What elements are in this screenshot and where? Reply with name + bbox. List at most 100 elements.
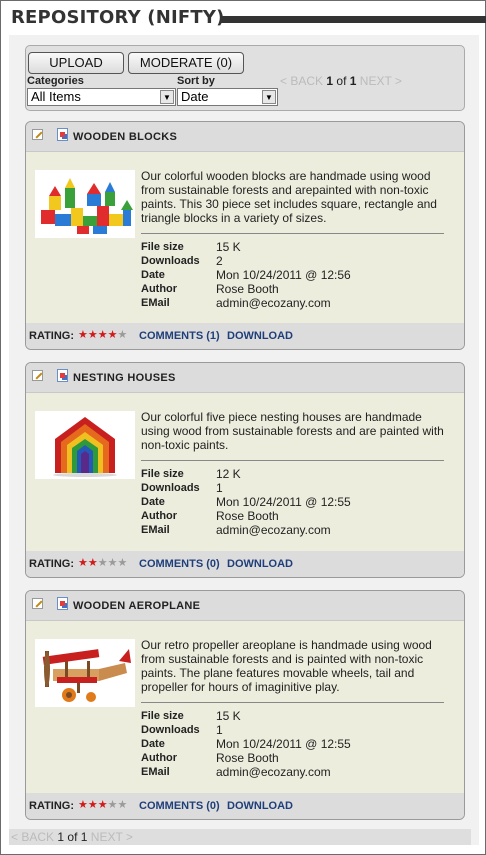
edit-icon[interactable] — [32, 598, 43, 609]
date-label: Date — [141, 496, 165, 508]
star-icon[interactable]: ★ — [98, 799, 108, 811]
date-value: Mon 10/24/2011 @ 12:55 — [216, 737, 351, 751]
date-label: Date — [141, 738, 165, 750]
star-icon[interactable]: ★ — [108, 799, 118, 811]
pager-total-pages: 1 — [80, 830, 88, 844]
edit-icon[interactable] — [32, 129, 43, 140]
star-icon[interactable]: ★ — [88, 799, 98, 811]
pager-current-page: 1 — [326, 74, 334, 88]
email-label: EMail — [141, 524, 170, 536]
item-thumbnail-wooden-blocks[interactable] — [35, 170, 135, 238]
pagination-bottom: < BACK 1 of 1 NEXT > — [9, 829, 471, 845]
item-thumbnail-nesting-houses[interactable] — [35, 411, 135, 479]
author-value: Rose Booth — [216, 751, 279, 765]
file-size-label: File size — [141, 468, 184, 480]
item-thumbnail-wooden-aeroplane[interactable] — [35, 639, 135, 707]
star-icon[interactable]: ★ — [118, 329, 128, 341]
pagination-top: < BACK 1 of 1 NEXT > — [280, 74, 402, 88]
downloads-label: Downloads — [141, 255, 200, 267]
star-icon[interactable]: ★ — [78, 329, 88, 341]
document-icon — [57, 369, 68, 382]
pager-back-link[interactable]: < BACK — [280, 74, 323, 88]
file-size-value: 12 K — [216, 467, 241, 481]
rating-stars[interactable]: ★★★★★ — [78, 798, 127, 811]
star-icon[interactable]: ★ — [78, 557, 88, 569]
dropdown-arrow-icon[interactable]: ▼ — [160, 90, 174, 104]
repository-item: NESTING HOUSES Our colorful five piece n… — [25, 362, 465, 578]
email-label: EMail — [141, 297, 170, 309]
comments-link[interactable]: COMMENTS (1) — [139, 330, 220, 342]
item-header: NESTING HOUSES — [26, 363, 464, 393]
email-label: EMail — [141, 766, 170, 778]
item-description: Our colorful wooden blocks are handmade … — [141, 169, 437, 225]
item-footer: RATING: ★★★★★ COMMENTS (0) DOWNLOAD — [26, 551, 464, 577]
rating-label: RATING: — [29, 330, 75, 342]
star-icon[interactable]: ★ — [98, 329, 108, 341]
edit-icon[interactable] — [32, 370, 43, 381]
rating-stars[interactable]: ★★★★★ — [78, 556, 127, 569]
downloads-label: Downloads — [141, 724, 200, 736]
downloads-label: Downloads — [141, 482, 200, 494]
page-title: REPOSITORY (NIFTY) — [11, 7, 225, 28]
star-icon[interactable]: ★ — [118, 799, 128, 811]
downloads-value: 1 — [216, 481, 223, 495]
categories-select[interactable]: All Items ▼ — [27, 88, 176, 106]
star-icon[interactable]: ★ — [78, 799, 88, 811]
upload-button[interactable]: UPLOAD — [28, 52, 124, 74]
item-description: Our colorful five piece nesting houses a… — [141, 410, 444, 452]
file-size-value: 15 K — [216, 709, 241, 723]
date-value: Mon 10/24/2011 @ 12:55 — [216, 495, 351, 509]
email-value[interactable]: admin@ecozany.com — [216, 765, 416, 779]
download-link[interactable]: DOWNLOAD — [227, 800, 293, 812]
item-title[interactable]: WOODEN BLOCKS — [73, 131, 177, 143]
item-header: WOODEN BLOCKS — [26, 122, 464, 152]
sort-by-select-value: Date — [181, 89, 209, 104]
comments-link[interactable]: COMMENTS (0) — [139, 800, 220, 812]
star-icon[interactable]: ★ — [118, 557, 128, 569]
document-icon — [57, 128, 68, 141]
email-value[interactable]: admin@ecozany.com — [216, 296, 416, 310]
pager-total-pages: 1 — [349, 74, 357, 88]
comments-link[interactable]: COMMENTS (0) — [139, 558, 220, 570]
title-rule — [221, 16, 486, 23]
download-link[interactable]: DOWNLOAD — [227, 558, 293, 570]
dropdown-arrow-icon[interactable]: ▼ — [262, 90, 276, 104]
file-size-label: File size — [141, 241, 184, 253]
moderate-button[interactable]: MODERATE (0) — [128, 52, 244, 74]
star-icon[interactable]: ★ — [108, 329, 118, 341]
rating-stars[interactable]: ★★★★★ — [78, 328, 127, 341]
categories-label: Categories — [27, 75, 84, 87]
document-icon — [57, 597, 68, 610]
page-header: REPOSITORY (NIFTY) — [11, 7, 486, 33]
page-frame: REPOSITORY (NIFTY) UPLOAD MODERATE (0) C… — [0, 0, 486, 855]
item-footer: RATING: ★★★★★ COMMENTS (0) DOWNLOAD — [26, 793, 464, 819]
sort-by-select[interactable]: Date ▼ — [177, 88, 278, 106]
star-icon[interactable]: ★ — [88, 329, 98, 341]
star-icon[interactable]: ★ — [98, 557, 108, 569]
author-value: Rose Booth — [216, 509, 279, 523]
pager-next-link[interactable]: NEXT > — [360, 74, 402, 88]
categories-select-value: All Items — [31, 89, 81, 104]
author-label: Author — [141, 752, 178, 764]
item-description: Our retro propeller areoplane is handmad… — [141, 638, 432, 694]
downloads-value: 2 — [216, 254, 223, 268]
rating-label: RATING: — [29, 800, 75, 812]
star-icon[interactable]: ★ — [108, 557, 118, 569]
wooden-blocks-image — [35, 170, 135, 238]
star-icon[interactable]: ★ — [88, 557, 98, 569]
repository-item: WOODEN AEROPLANE Our retro propeller are… — [25, 590, 465, 820]
item-divider — [141, 233, 444, 234]
pager-next-link[interactable]: NEXT > — [91, 830, 133, 844]
download-link[interactable]: DOWNLOAD — [227, 330, 293, 342]
pager-of-text: of — [336, 74, 347, 88]
author-label: Author — [141, 510, 178, 522]
pager-current-page: 1 — [57, 830, 65, 844]
item-title[interactable]: WOODEN AEROPLANE — [73, 600, 200, 612]
date-value: Mon 10/24/2011 @ 12:56 — [216, 268, 351, 282]
item-divider — [141, 460, 444, 461]
item-title[interactable]: NESTING HOUSES — [73, 372, 176, 384]
file-size-value: 15 K — [216, 240, 241, 254]
pager-back-link[interactable]: < BACK — [11, 830, 54, 844]
email-value[interactable]: admin@ecozany.com — [216, 523, 416, 537]
date-label: Date — [141, 269, 165, 281]
